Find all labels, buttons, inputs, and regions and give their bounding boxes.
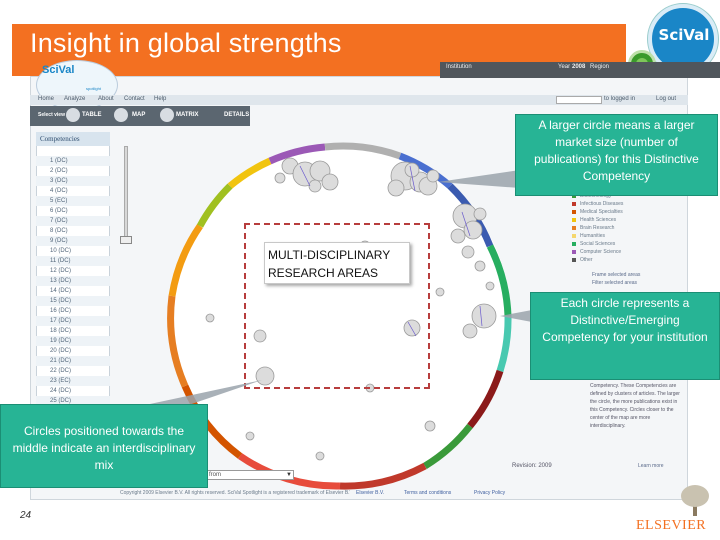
menu-about[interactable]: About xyxy=(98,96,114,102)
legend-swatch xyxy=(572,210,576,214)
competency-item[interactable]: 24 (DC) xyxy=(36,386,110,396)
competency-item[interactable]: 11 (DC) xyxy=(36,256,110,266)
discipline-legend: Biotechnology Infectious Diseases Medical … xyxy=(570,192,680,264)
multidisciplinary-line-1: MULTI-DISCIPLINARY xyxy=(268,248,391,262)
app-top-bar: Institution Year 2008 Region xyxy=(440,62,720,78)
zoom-slider-track[interactable] xyxy=(124,146,128,242)
matrix-view-icon[interactable] xyxy=(160,108,174,122)
footer-link-terms[interactable]: Terms and conditions xyxy=(404,490,451,496)
frame-selected-link[interactable]: Frame selected areas xyxy=(592,272,640,278)
legend-swatch xyxy=(572,234,576,238)
learn-more-link[interactable]: Learn more xyxy=(638,463,664,469)
footer-link-elsevier[interactable]: Elsevier B.V. xyxy=(356,490,384,496)
legend-label: Brain Research xyxy=(580,225,615,231)
competency-item[interactable]: 22 (DC) xyxy=(36,366,110,376)
competency-item[interactable]: 15 (DC) xyxy=(36,296,110,306)
legend-item[interactable]: Other xyxy=(570,256,680,264)
elsevier-tree-logo xyxy=(681,485,709,516)
login-status: to logged in xyxy=(604,96,636,102)
select-view-label: Select view xyxy=(38,112,65,118)
legend-item[interactable]: Medical Specialties xyxy=(570,208,680,216)
menu-contact[interactable]: Contact xyxy=(124,96,145,102)
menu-analyze[interactable]: Analyze xyxy=(64,96,85,102)
footer-copyright: Copyright 2009 Elsevier B.V. All rights … xyxy=(120,490,350,496)
legend-item[interactable]: Social Sciences xyxy=(570,240,680,248)
callout-larger-circle: A larger circle means a larger market si… xyxy=(515,114,718,196)
legend-item[interactable]: Computer Science xyxy=(570,248,680,256)
legend-swatch xyxy=(572,218,576,222)
multidisciplinary-line-2: RESEARCH AREAS xyxy=(268,266,379,280)
legend-swatch xyxy=(572,258,576,262)
app-logo[interactable]: SciVal xyxy=(42,64,74,76)
legend-item[interactable]: Brain Research xyxy=(570,224,680,232)
legend-label: Humanities xyxy=(580,233,606,239)
footer-link-privacy[interactable]: Privacy Policy xyxy=(474,490,505,496)
view-details-button[interactable]: DETAILS xyxy=(224,112,249,118)
multidisciplinary-label: MULTI-DISCIPLINARY RESEARCH AREAS xyxy=(264,242,410,284)
menu-home[interactable]: Home xyxy=(38,96,54,102)
map-view-icon[interactable] xyxy=(114,108,128,122)
competency-item[interactable]: 16 (DC) xyxy=(36,306,110,316)
competency-item[interactable]: 23 (EC) xyxy=(36,376,110,386)
elsevier-logo: ELSEVIER xyxy=(636,518,707,533)
legend-swatch xyxy=(572,226,576,230)
competency-item[interactable]: 2 (DC) xyxy=(36,166,110,176)
competency-item[interactable]: 8 (DC) xyxy=(36,226,110,236)
filter-selected-link[interactable]: Filter selected areas xyxy=(592,280,637,286)
logout-link[interactable]: Log out xyxy=(656,96,676,102)
map-info-text: Competency. These Competencies are defin… xyxy=(590,383,680,429)
legend-item[interactable]: Infectious Diseases xyxy=(570,200,680,208)
app-logo-sub: spotlight xyxy=(86,86,101,91)
login-field[interactable] xyxy=(556,96,602,104)
competencies-header: Competencies xyxy=(40,135,80,143)
legend-label: Other xyxy=(580,257,593,263)
view-select[interactable]: from xyxy=(206,470,294,480)
table-view-icon[interactable] xyxy=(66,108,80,122)
view-matrix-button[interactable]: MATRIX xyxy=(176,112,199,118)
chevron-down-icon[interactable]: ▼ xyxy=(286,472,292,478)
competencies-list: 1 (DC) 2 (DC) 3 (DC) 4 (DC) 5 (EC) 6 (DC) 7 (D… xyxy=(36,156,110,406)
scival-badge-label: SciVal xyxy=(658,26,710,44)
competency-item[interactable]: 18 (DC) xyxy=(36,326,110,336)
legend-label: Medical Specialties xyxy=(580,209,623,215)
legend-label: Computer Science xyxy=(580,249,622,255)
competency-item[interactable]: 1 (DC) xyxy=(36,156,110,166)
menu-help[interactable]: Help xyxy=(154,96,166,102)
legend-swatch xyxy=(572,250,576,254)
competency-item[interactable]: 7 (DC) xyxy=(36,216,110,226)
view-map-button[interactable]: MAP xyxy=(132,112,145,118)
competency-item[interactable]: 4 (DC) xyxy=(36,186,110,196)
page-number: 24 xyxy=(20,510,32,521)
competency-item[interactable]: 9 (DC) xyxy=(36,236,110,246)
zoom-slider-handle[interactable] xyxy=(120,236,132,244)
competency-item[interactable]: 3 (DC) xyxy=(36,176,110,186)
institution-label: Institution xyxy=(446,64,472,70)
competency-item[interactable]: 6 (DC) xyxy=(36,206,110,216)
competency-item[interactable]: 14 (DC) xyxy=(36,286,110,296)
year-label: Year xyxy=(558,64,571,70)
legend-swatch xyxy=(572,202,576,206)
competency-item[interactable]: 5 (EC) xyxy=(36,196,110,206)
competency-item[interactable]: 20 (DC) xyxy=(36,346,110,356)
callout-each-circle: Each circle represents a Distinctive/Eme… xyxy=(530,292,720,380)
competency-item[interactable]: 17 (DC) xyxy=(36,316,110,326)
legend-item[interactable]: Humanities xyxy=(570,232,680,240)
competency-item[interactable]: 21 (DC) xyxy=(36,356,110,366)
legend-swatch xyxy=(572,242,576,246)
legend-item[interactable]: Health Sciences xyxy=(570,216,680,224)
competency-item[interactable]: 10 (DC) xyxy=(36,246,110,256)
revision-label: Revision: 2009 xyxy=(512,463,552,469)
region-label: Region xyxy=(590,64,610,70)
slide-title: Insight in global strengths xyxy=(30,28,342,58)
competency-item[interactable]: 19 (DC) xyxy=(36,336,110,346)
competency-item[interactable]: 13 (DC) xyxy=(36,276,110,286)
legend-label: Social Sciences xyxy=(580,241,616,247)
competency-item[interactable]: 12 (DC) xyxy=(36,266,110,276)
legend-label: Health Sciences xyxy=(580,217,617,223)
callout-middle-circles: Circles positioned towards the middle in… xyxy=(0,404,208,488)
year-value[interactable]: 2008 xyxy=(572,64,585,70)
legend-label: Infectious Diseases xyxy=(580,201,624,207)
view-table-button[interactable]: TABLE xyxy=(82,112,102,118)
